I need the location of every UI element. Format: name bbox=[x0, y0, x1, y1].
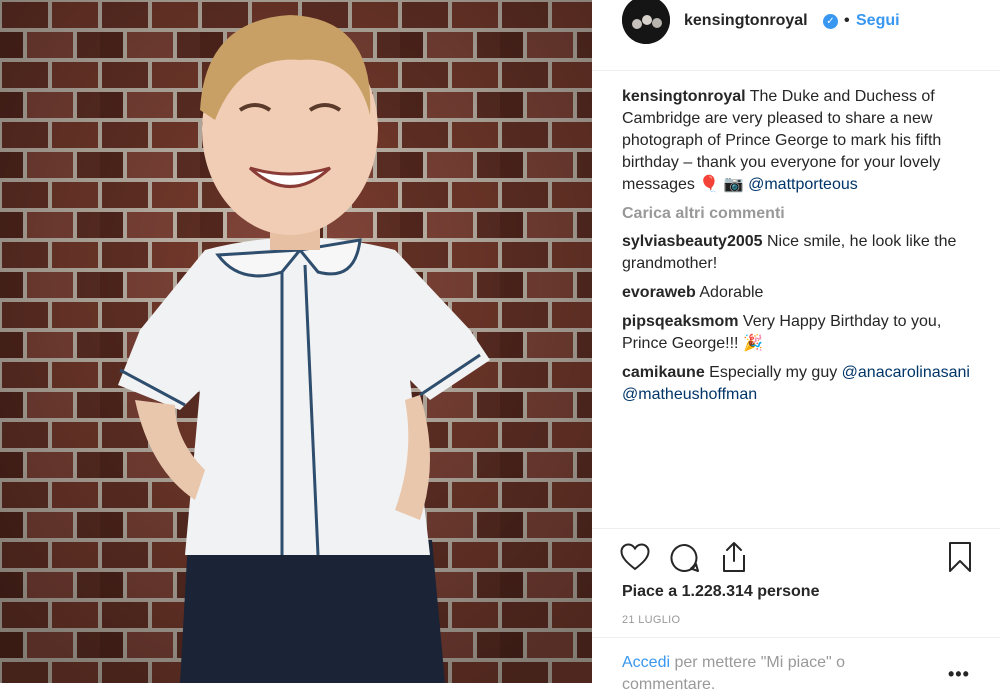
follow-button[interactable]: Segui bbox=[856, 12, 900, 30]
bookmark-icon[interactable] bbox=[948, 541, 972, 573]
load-more-comments[interactable]: Carica altri commenti bbox=[622, 203, 972, 225]
post-header: kensingtonroyal ✓ • Segui bbox=[592, 0, 1000, 71]
more-options-icon[interactable]: ••• bbox=[948, 664, 970, 685]
post-date[interactable]: 21 LUGLIO bbox=[622, 614, 680, 626]
separator-dot: • bbox=[844, 12, 850, 29]
comment-icon[interactable] bbox=[670, 543, 700, 573]
login-prompt-text: Accedi per mettere "Mi piace" o commenta… bbox=[622, 652, 922, 696]
photo-image bbox=[0, 0, 592, 683]
comment: camikaune Especially my guy @anacarolina… bbox=[622, 362, 972, 406]
likes-count[interactable]: Piace a 1.228.314 persone bbox=[622, 583, 819, 601]
avatar[interactable] bbox=[622, 0, 670, 44]
login-prompt: Accedi per mettere "Mi piace" o commenta… bbox=[592, 637, 1000, 693]
comments-list: kensingtonroyal The Duke and Duchess of … bbox=[622, 86, 972, 413]
heart-icon[interactable] bbox=[620, 543, 650, 571]
comment-username[interactable]: pipsqeaksmom bbox=[622, 313, 738, 330]
author-username[interactable]: kensingtonroyal bbox=[684, 12, 808, 30]
comment: sylviasbeauty2005 Nice smile, he look li… bbox=[622, 231, 972, 275]
caption-mention[interactable]: @mattporteous bbox=[748, 176, 858, 193]
comment-username[interactable]: evoraweb bbox=[622, 284, 696, 301]
post-sidebar: kensingtonroyal ✓ • Segui kensingtonroya… bbox=[592, 0, 1000, 693]
verified-icon: ✓ bbox=[823, 14, 838, 29]
comment-username[interactable]: sylviasbeauty2005 bbox=[622, 233, 763, 250]
post-photo[interactable] bbox=[0, 0, 592, 683]
share-icon[interactable] bbox=[720, 541, 748, 573]
avatar-image bbox=[622, 0, 670, 44]
comment-text: Adorable bbox=[695, 284, 764, 301]
comment-username[interactable]: camikaune bbox=[622, 364, 705, 381]
caption-username[interactable]: kensingtonroyal bbox=[622, 88, 746, 105]
comment: pipsqeaksmom Very Happy Birthday to you,… bbox=[622, 311, 972, 355]
comment: evoraweb Adorable bbox=[622, 282, 972, 304]
login-link[interactable]: Accedi bbox=[622, 654, 670, 671]
caption: kensingtonroyal The Duke and Duchess of … bbox=[622, 86, 972, 196]
comment-text: Especially my guy bbox=[704, 364, 842, 381]
